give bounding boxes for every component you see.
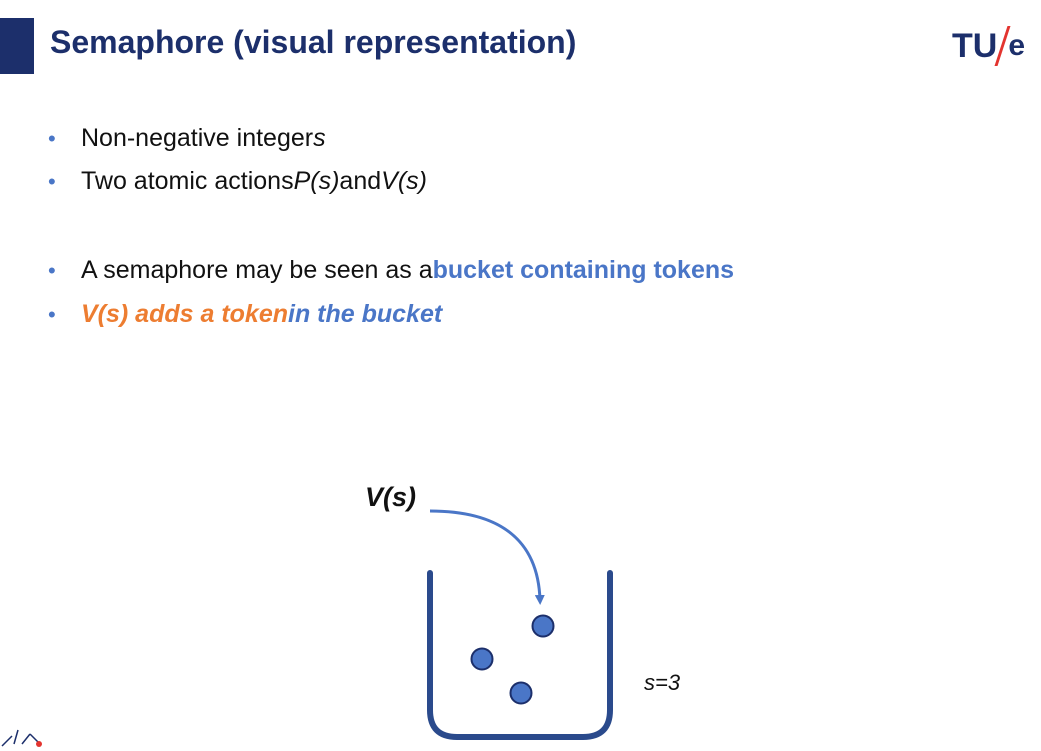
- semaphore-value-label: s=3: [644, 670, 681, 695]
- token: [531, 614, 555, 638]
- token: [509, 681, 533, 705]
- bucket-diagram: [427, 509, 613, 740]
- bucket: [427, 570, 613, 740]
- token: [470, 647, 494, 671]
- corner-logo-icon: [1, 729, 42, 747]
- v-action-label: V(s): [365, 482, 417, 512]
- add-token-arrow: [429, 509, 545, 605]
